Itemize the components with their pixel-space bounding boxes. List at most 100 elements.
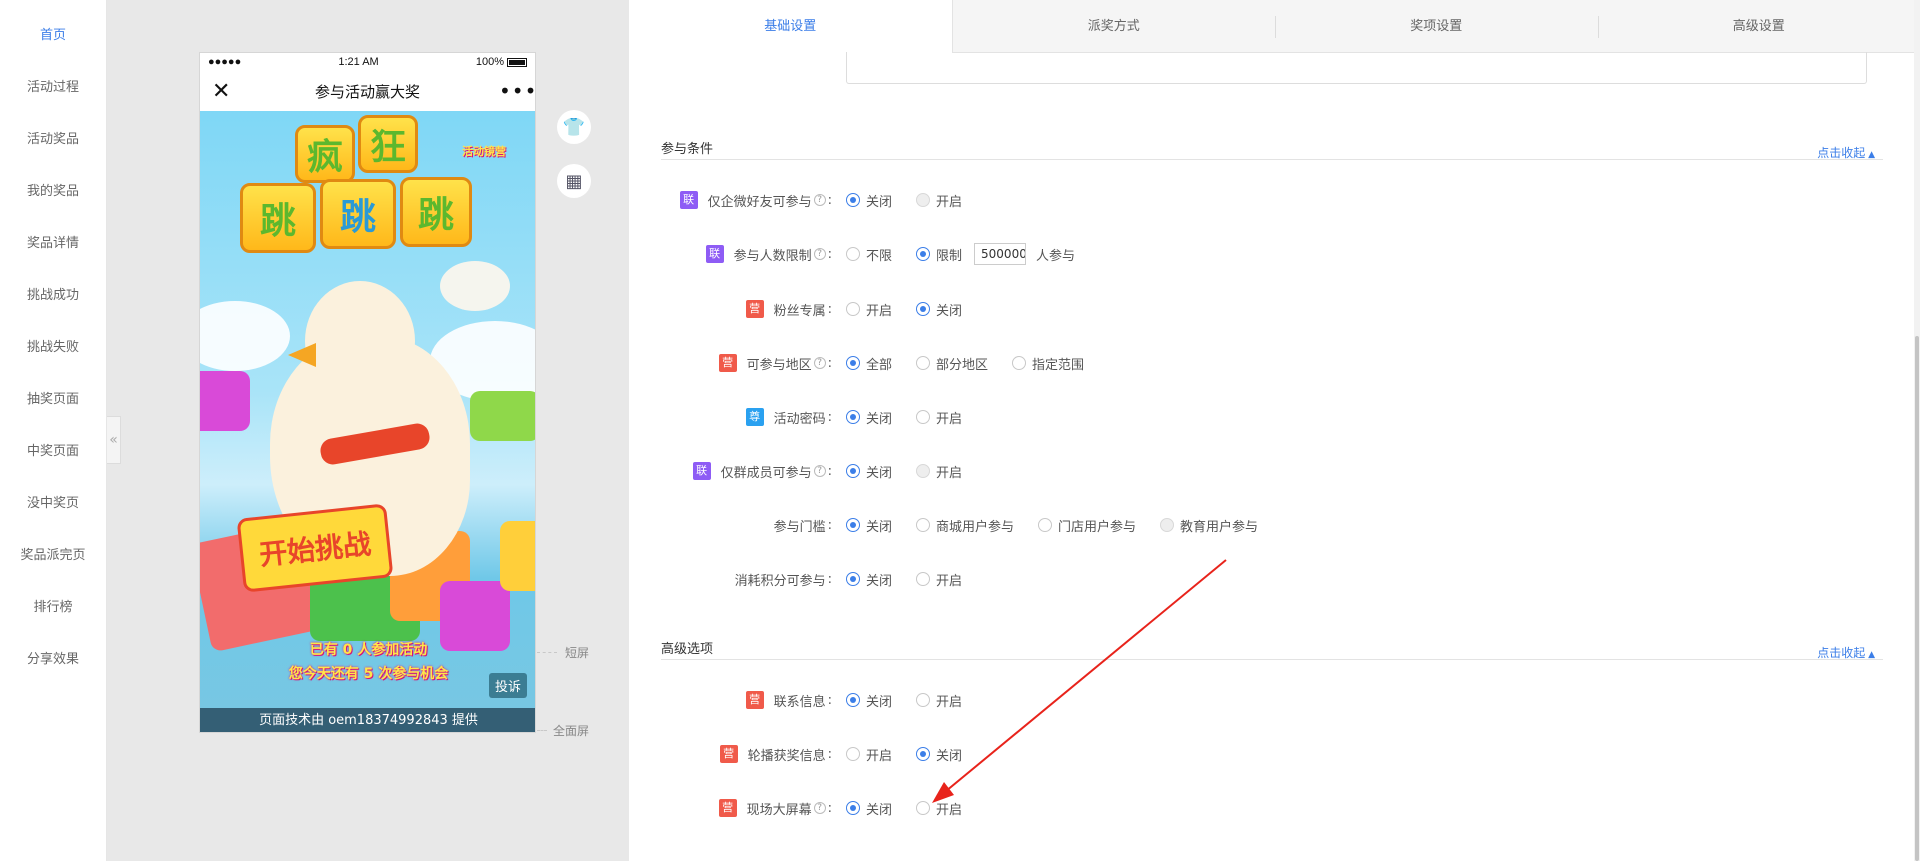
tab-award-method[interactable]: 派奖方式 <box>952 0 1275 53</box>
nav-item-lottery[interactable]: 抽奖页面 <box>0 374 106 426</box>
collapse-nav-button[interactable]: « <box>107 416 121 464</box>
radio-on-icon <box>846 693 860 707</box>
radio-off-icon <box>916 518 931 532</box>
radio-on-icon <box>846 410 860 424</box>
radio-group: 不限 限制 人参与 <box>846 243 1075 265</box>
option-label: 开启 <box>936 411 963 427</box>
label-text: 仅企微好友可参与 <box>707 194 812 210</box>
radio-option[interactable]: 开启 <box>916 570 962 589</box>
collapse-toggle[interactable]: 点击收起 <box>1817 144 1875 161</box>
label-text: 现场大屏幕 <box>746 802 812 818</box>
tab-basic-settings[interactable]: 基础设置 <box>629 0 953 53</box>
option-label: 指定范围 <box>1032 357 1085 373</box>
nav-item-prize-detail[interactable]: 奖品详情 <box>0 218 106 270</box>
label-text: 活动密码 <box>773 411 826 427</box>
radio-on-icon <box>916 247 931 261</box>
cloud-shape <box>200 301 290 371</box>
nav-item-home[interactable]: 首页 <box>0 10 106 62</box>
radio-option[interactable]: 不限 <box>846 245 892 264</box>
radio-option[interactable]: 开启 <box>916 408 962 427</box>
grid-icon[interactable]: ▦ <box>557 164 591 198</box>
radio-option[interactable]: 关闭 <box>846 570 892 589</box>
nav-item-prizes[interactable]: 活动奖品 <box>0 114 106 166</box>
full-screen-label: 全面屏 <box>553 724 590 738</box>
nav-item-process[interactable]: 活动过程 <box>0 62 106 114</box>
radio-option[interactable]: 开启 <box>916 462 962 481</box>
radio-option[interactable]: 开启 <box>846 745 892 764</box>
row-password: 尊 活动密码: 关闭 开启 <box>629 405 1920 429</box>
tab-prize-settings[interactable]: 奖项设置 <box>1275 0 1598 53</box>
tag-badge: 营 <box>745 300 764 318</box>
option-label: 关闭 <box>936 303 963 319</box>
help-icon[interactable]: ? <box>813 465 826 477</box>
start-challenge-banner[interactable]: 开始挑战 <box>236 503 394 593</box>
phone-title-bar: ✕ 参与活动赢大奖 ••• <box>200 71 535 111</box>
radio-option[interactable]: 关闭 <box>846 516 892 535</box>
radio-option[interactable]: 关闭 <box>916 300 962 319</box>
tag-badge: 营 <box>719 745 738 763</box>
radio-off-icon <box>916 572 931 586</box>
complaint-button[interactable]: 投诉 <box>488 673 527 698</box>
short-screen-label: 短屏 <box>565 646 590 660</box>
scroll-thumb[interactable] <box>1915 336 1919 861</box>
tech-provider-footer: 页面技术由 oem18374992843 提供 <box>200 708 535 732</box>
nav-item-share[interactable]: 分享效果 <box>0 634 106 686</box>
row-big-screen: 营 现场大屏幕 ?: 关闭 开启 <box>629 796 1920 820</box>
text-area-field[interactable] <box>846 52 1867 84</box>
radio-option[interactable]: 关闭 <box>916 745 962 764</box>
help-icon[interactable]: ? <box>813 194 826 206</box>
radio-option[interactable]: 关闭 <box>846 462 892 481</box>
row-contact: 营 联系信息: 关闭 开启 <box>629 688 1920 712</box>
radio-option[interactable]: 关闭 <box>846 691 892 710</box>
help-icon[interactable]: ? <box>813 802 826 814</box>
radio-option[interactable]: 商城用户参与 <box>916 516 1014 535</box>
battery-icon <box>506 57 527 67</box>
row-label: 联 仅企微好友可参与 ?: <box>679 191 832 210</box>
row-label: 消耗积分可参与: <box>734 571 832 589</box>
collapse-toggle[interactable]: 点击收起 <box>1817 644 1875 661</box>
more-icon[interactable]: ••• <box>499 79 535 103</box>
help-icon[interactable]: ? <box>813 248 826 260</box>
radio-option[interactable]: 开启 <box>916 191 962 210</box>
nav-item-no-win[interactable]: 没中奖页 <box>0 478 106 530</box>
radio-option[interactable]: 部分地区 <box>916 354 988 373</box>
scrollbar[interactable] <box>1914 0 1920 861</box>
label-text: 参与人数限制 <box>733 248 812 264</box>
radio-on-icon <box>846 801 860 815</box>
label-text: 轮播获奖信息 <box>747 748 826 764</box>
option-label: 全部 <box>866 357 893 373</box>
radio-option[interactable]: 教育用户参与 <box>1160 516 1258 535</box>
nav-item-leaderboard[interactable]: 排行榜 <box>0 582 106 634</box>
option-label: 关闭 <box>866 694 893 710</box>
radio-disabled-icon <box>916 464 931 478</box>
radio-option[interactable]: 开启 <box>916 691 962 710</box>
nav-item-win[interactable]: 中奖页面 <box>0 426 106 478</box>
radio-option[interactable]: 指定范围 <box>1012 354 1084 373</box>
row-label: 营 联系信息: <box>745 691 832 710</box>
nav-item-prizes-out[interactable]: 奖品派完页 <box>0 530 106 582</box>
option-label: 关闭 <box>936 748 963 764</box>
radio-option[interactable]: 关闭 <box>846 191 892 210</box>
nav-item-challenge-fail[interactable]: 挑战失败 <box>0 322 106 374</box>
phone-page-title: 参与活动赢大奖 <box>314 82 420 101</box>
radio-on-icon <box>846 572 860 586</box>
nav-item-challenge-success[interactable]: 挑战成功 <box>0 270 106 322</box>
radio-option[interactable]: 关闭 <box>846 408 892 427</box>
tab-advanced-settings[interactable]: 高级设置 <box>1597 0 1920 53</box>
radio-option[interactable]: 门店用户参与 <box>1038 516 1136 535</box>
cube-shape <box>500 521 535 591</box>
battery-percent: 100% <box>475 56 504 68</box>
radio-option[interactable]: 关闭 <box>846 799 892 818</box>
title-block: 疯 <box>295 125 355 183</box>
radio-option[interactable]: 全部 <box>846 354 892 373</box>
nav-item-my-prizes[interactable]: 我的奖品 <box>0 166 106 218</box>
tag-badge: 联 <box>705 245 724 263</box>
shirt-icon[interactable]: 👕 <box>557 110 591 144</box>
participant-limit-input[interactable] <box>974 243 1027 265</box>
close-icon[interactable]: ✕ <box>212 79 236 104</box>
radio-option[interactable]: 限制 <box>916 245 962 264</box>
radio-option[interactable]: 开启 <box>846 300 892 319</box>
radio-option[interactable]: 开启 <box>916 799 962 818</box>
label-text: 联系信息 <box>773 694 826 710</box>
help-icon[interactable]: ? <box>813 357 826 369</box>
